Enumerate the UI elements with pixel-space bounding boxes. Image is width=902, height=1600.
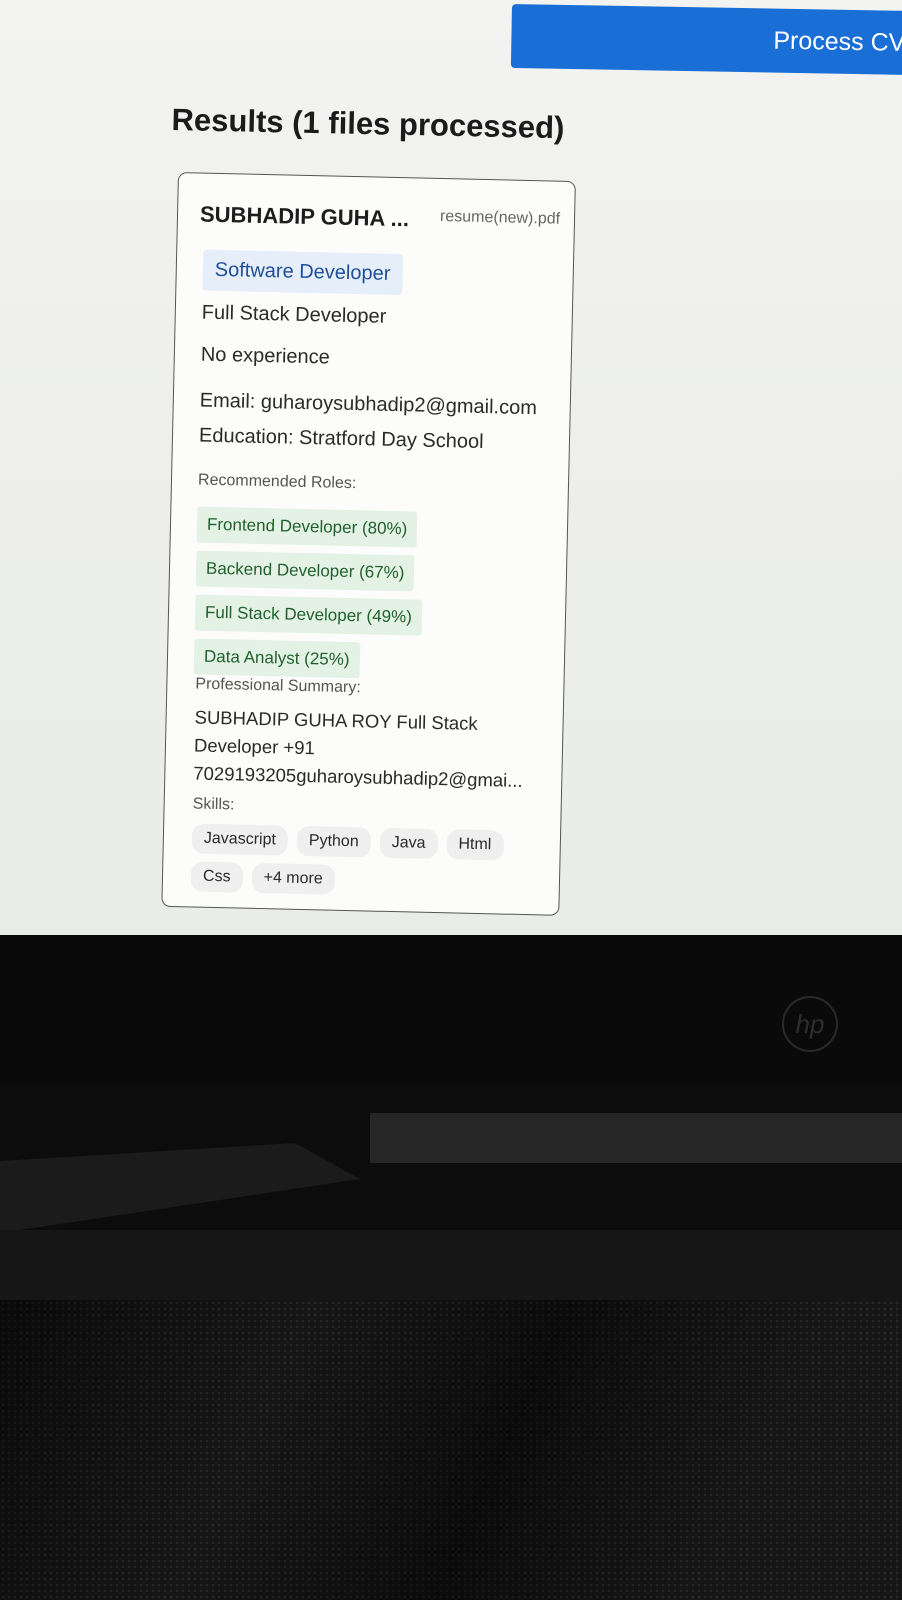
candidate-name: SUBHADIP GUHA ... xyxy=(199,201,410,232)
experience-text: No experience xyxy=(200,343,331,369)
skill-tag: Javascript xyxy=(191,823,289,856)
predicted-role-badge: Software Developer xyxy=(202,249,403,296)
recommended-roles-list: Frontend Developer (80%) Backend Develop… xyxy=(193,506,424,688)
skills-label: Skills: xyxy=(192,795,235,814)
recommended-role-chip: Full Stack Developer (49%) xyxy=(194,594,423,636)
education-text: Education: Stratford Day School xyxy=(198,424,484,453)
skill-tag: Html xyxy=(446,829,504,861)
card-header: SUBHADIP GUHA ... resume(new).pdf xyxy=(200,202,560,236)
file-name: resume(new).pdf xyxy=(439,207,561,228)
recommended-roles-label: Recommended Roles: xyxy=(197,471,357,493)
more-skills-tag[interactable]: +4 more xyxy=(251,862,336,895)
professional-summary: SUBHADIP GUHA ROY Full Stack Developer +… xyxy=(193,704,555,796)
result-card: SUBHADIP GUHA ... resume(new).pdf Softwa… xyxy=(161,172,576,916)
email-text: Email: guharoysubhadip2@gmail.com xyxy=(199,389,538,420)
laptop-hinge xyxy=(370,1113,902,1163)
candidate-title: Full Stack Developer xyxy=(201,301,387,328)
monitor-bezel xyxy=(0,935,902,1085)
laptop-hinge-left xyxy=(0,1143,360,1233)
process-cvs-button[interactable]: Process CVs xyxy=(510,4,902,76)
recommended-role-chip: Data Analyst (25%) xyxy=(193,638,360,679)
grille-shading xyxy=(0,1300,902,1600)
skill-tag: Java xyxy=(379,827,438,860)
skills-list: Javascript Python Java Html Css +4 more xyxy=(190,823,522,898)
recommended-role-chip: Backend Developer (67%) xyxy=(195,550,415,592)
browser-screen: Process CVs Results (1 files processed) … xyxy=(0,0,902,935)
hp-logo: hp xyxy=(782,996,838,1052)
recommended-role-chip: Frontend Developer (80%) xyxy=(196,506,418,548)
summary-label: Professional Summary: xyxy=(195,675,361,697)
results-heading: Results (1 files processed) xyxy=(171,102,565,146)
skill-tag: Css xyxy=(190,861,243,893)
skill-tag: Python xyxy=(296,825,372,858)
